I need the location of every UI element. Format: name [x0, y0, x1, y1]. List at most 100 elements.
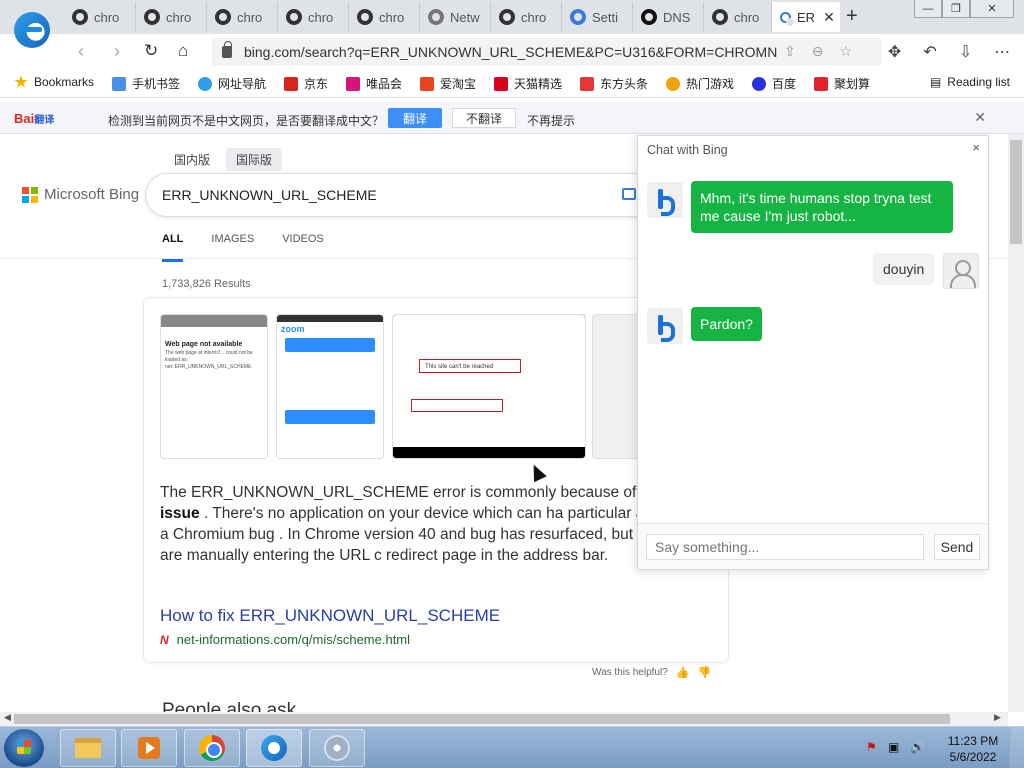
reload-button[interactable]: ↻	[144, 41, 158, 61]
minimize-button[interactable]: —	[914, 0, 942, 18]
bookmark-item[interactable]: 唯品会	[346, 75, 402, 92]
thumb-button	[285, 338, 375, 352]
taskbar-disc-app[interactable]	[309, 729, 365, 767]
tab-4[interactable]: chro	[278, 2, 349, 32]
translate-button[interactable]: 翻译	[388, 108, 442, 128]
toolbar-right-icons[interactable]: ✥↶⇩⋯	[888, 42, 1024, 62]
bing-avatar-icon	[647, 182, 683, 218]
address-bar[interactable]: bing.com/search?q=ERR_UNKNOWN_URL_SCHEME…	[212, 38, 882, 66]
horizontal-scrollbar[interactable]: ◀ ▶	[0, 712, 1008, 726]
chromium-icon	[72, 9, 88, 25]
tab-10[interactable]: chro	[704, 2, 772, 32]
vertical-scrollbar[interactable]	[1008, 134, 1024, 712]
region-tab-cn[interactable]: 国内版	[164, 148, 220, 171]
show-desktop-button[interactable]	[1010, 727, 1024, 768]
bookmark-item[interactable]: 热门游戏	[666, 75, 734, 92]
tab-6[interactable]: Netw	[420, 2, 491, 32]
bing-logo[interactable]: Microsoft Bing	[22, 186, 139, 203]
region-tabs: 国内版 国际版	[164, 148, 283, 171]
chat-message-bot: Mhm, it's time humans stop tryna test me…	[691, 181, 953, 233]
people-also-ask-heading: People also ask	[162, 700, 297, 712]
result-url[interactable]: N net-informations.com/q/mis/scheme.html	[160, 632, 410, 647]
close-icon[interactable]: ×	[972, 140, 980, 155]
bookmark-item[interactable]: 网址导航	[198, 75, 266, 92]
close-icon[interactable]: ✕	[974, 109, 986, 126]
tab-active[interactable]: ER ✕	[772, 2, 840, 32]
action-center-icon[interactable]: ⚑	[866, 740, 880, 754]
chat-message-bot: Pardon?	[691, 307, 762, 341]
maximize-button[interactable]: ❐	[942, 0, 970, 18]
bookmark-item[interactable]: 东方头条	[580, 75, 648, 92]
tab-5[interactable]: chro	[349, 2, 420, 32]
scroll-thumb[interactable]	[14, 714, 950, 724]
dont-prompt-link[interactable]: 不再提示	[527, 112, 575, 129]
system-tray: ⚑ ▣ 🔊	[866, 740, 925, 754]
forward-button[interactable]: ›	[114, 41, 120, 62]
snippet-text: The ERR_UNKNOWN_URL_SCHEME error is comm…	[160, 484, 641, 501]
baidu-translate-logo: Bai翻译	[14, 111, 54, 126]
send-button[interactable]: Send	[934, 534, 980, 560]
tab-label: chro	[521, 9, 547, 25]
volume-icon[interactable]: 🔊	[910, 740, 925, 754]
bookmark-item[interactable]: 天猫精选	[494, 75, 562, 92]
back-button[interactable]: ‹	[78, 41, 84, 62]
thumb-header	[161, 315, 267, 327]
new-tab-button[interactable]: +	[846, 5, 858, 28]
result-image[interactable]: This site can't be reached	[392, 314, 586, 459]
scroll-right-icon[interactable]: ▶	[994, 712, 1001, 723]
bookmark-item[interactable]: 爱淘宝	[420, 75, 476, 92]
bookmark-label: 聚划算	[834, 77, 871, 91]
thumbs-down-icon[interactable]: 👎	[697, 666, 711, 679]
start-button[interactable]	[4, 729, 44, 767]
tab-7[interactable]: chro	[491, 2, 562, 32]
browser-logo-icon	[14, 12, 50, 48]
scroll-thumb[interactable]	[1010, 140, 1022, 244]
chromium-icon	[144, 9, 160, 25]
tab-1[interactable]: chro	[64, 2, 136, 32]
chat-footer: Send	[638, 523, 988, 569]
tab-9[interactable]: DNS	[633, 2, 704, 32]
tab-3[interactable]: chro	[207, 2, 278, 32]
address-bar-icons[interactable]: ⇪⊖☆	[784, 43, 868, 60]
thumbs-up-icon[interactable]: 👍	[676, 666, 690, 679]
edge-icon	[198, 76, 212, 91]
tab-8[interactable]: Setti	[562, 2, 633, 32]
bookmarks-bar: Bookmarks 手机书签 网址导航 京东 唯品会 爱淘宝 天猫精选 东方头条…	[0, 70, 1024, 98]
taskbar-media-player[interactable]	[121, 729, 177, 767]
bookmark-item[interactable]: 手机书签	[112, 75, 180, 92]
media-player-icon	[138, 737, 160, 759]
bookmark-item[interactable]: 京东	[284, 75, 328, 92]
region-tab-intl[interactable]: 国际版	[226, 148, 283, 171]
network-icon[interactable]: ▣	[888, 740, 902, 754]
thumb-title: Web page not available	[165, 341, 243, 348]
chat-input[interactable]	[646, 534, 924, 560]
result-image[interactable]: Web page not available The web page at i…	[160, 314, 268, 459]
taskbar-chrome[interactable]	[184, 729, 240, 767]
no-translate-button[interactable]: 不翻译	[452, 108, 516, 128]
folder-icon	[75, 738, 101, 758]
visual-search-icon[interactable]	[622, 188, 636, 200]
bookmark-item[interactable]: Bookmarks	[14, 75, 94, 89]
chromium-icon	[712, 9, 728, 25]
search-query: ERR_UNKNOWN_URL_SCHEME	[162, 187, 377, 203]
home-button[interactable]: ⌂	[178, 41, 188, 61]
clock[interactable]: 11:23 PM 5/6/2022	[944, 733, 1002, 765]
result-image[interactable]: zoom	[276, 314, 384, 459]
result-title-link[interactable]: How to fix ERR_UNKNOWN_URL_SCHEME	[160, 606, 500, 626]
tab-label: chro	[166, 9, 192, 25]
taskbar-file-explorer[interactable]	[60, 729, 116, 767]
close-window-button[interactable]: ✕	[970, 0, 1014, 18]
bookmark-label: 热门游戏	[686, 77, 735, 91]
bookmark-item[interactable]: 百度	[752, 75, 796, 92]
taskbar-edge[interactable]	[246, 729, 302, 767]
reading-list-button[interactable]: ▤ Reading list	[930, 75, 1010, 89]
bookmark-item[interactable]: 聚划算	[814, 75, 870, 92]
close-tab-icon[interactable]: ✕	[823, 9, 835, 26]
tab-2[interactable]: chro	[136, 2, 207, 32]
bookmark-label: 天猫精选	[514, 77, 563, 91]
search-input[interactable]: ERR_UNKNOWN_URL_SCHEME	[146, 174, 666, 216]
chat-message-user: douyin	[873, 253, 935, 285]
reading-list-icon: ▤	[929, 75, 942, 89]
scroll-left-icon[interactable]: ◀	[4, 712, 11, 723]
tab-label: ER	[797, 9, 816, 25]
